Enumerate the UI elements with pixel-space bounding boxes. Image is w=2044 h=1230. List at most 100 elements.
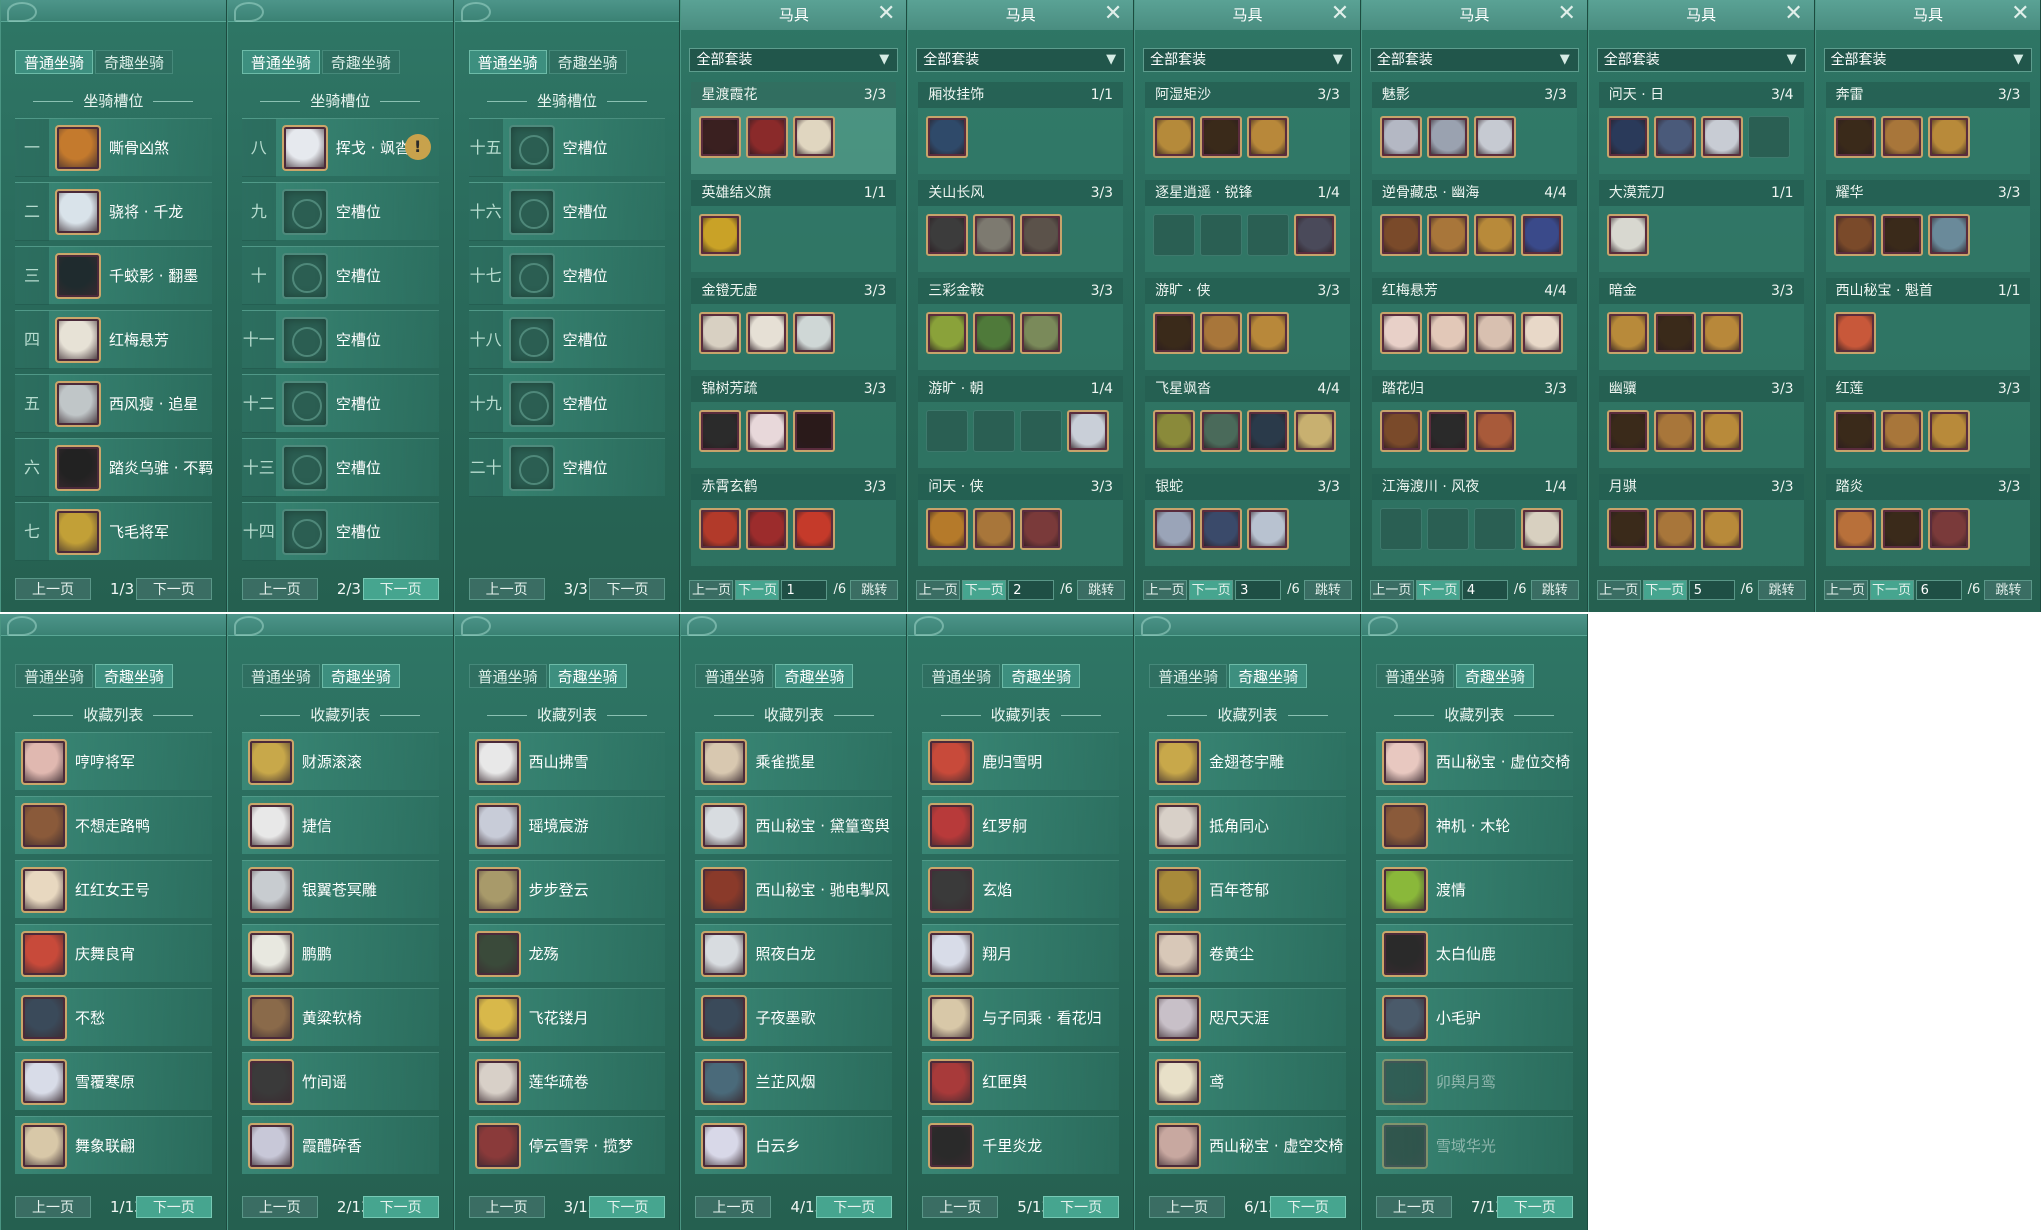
mount-slot-row[interactable]: 十三 空槽位 bbox=[241, 438, 439, 497]
gear-item-icon[interactable] bbox=[1067, 410, 1110, 452]
tab-special-mounts[interactable]: 奇趣坐骑 bbox=[95, 50, 174, 74]
collection-row[interactable]: 不想走路鸭 bbox=[15, 796, 212, 854]
gear-item-icon[interactable] bbox=[1700, 410, 1743, 452]
gear-set[interactable]: 英雄结义旗 1/1 bbox=[691, 180, 897, 272]
gear-item-icon[interactable] bbox=[1200, 116, 1243, 158]
prev-page-button[interactable]: 上一页 bbox=[922, 1196, 999, 1218]
prev-page-button[interactable]: 上一页 bbox=[1143, 580, 1188, 600]
page-number-input[interactable]: 2 bbox=[1008, 580, 1055, 600]
gear-item-icon[interactable] bbox=[1833, 508, 1876, 550]
gear-set[interactable]: 月骐 3/3 bbox=[1598, 474, 1804, 566]
warning-icon[interactable]: ! bbox=[404, 134, 431, 160]
close-icon[interactable]: ✕ bbox=[1101, 3, 1125, 27]
next-page-button[interactable]: 下一页 bbox=[589, 578, 666, 600]
prev-page-button[interactable]: 上一页 bbox=[1596, 580, 1641, 600]
gear-item-icon[interactable] bbox=[1653, 508, 1696, 550]
collection-row[interactable]: 神机 · 木轮 bbox=[1375, 796, 1573, 854]
gear-set[interactable]: 三彩金鞍 3/3 bbox=[918, 278, 1124, 370]
jump-button[interactable]: 跳转 bbox=[1303, 580, 1352, 600]
prev-page-button[interactable]: 上一页 bbox=[15, 578, 91, 600]
collection-row[interactable]: 哼哼将军 bbox=[15, 732, 212, 790]
prev-page-button[interactable]: 上一页 bbox=[916, 580, 961, 600]
gear-item-icon[interactable] bbox=[1153, 312, 1196, 354]
gear-set[interactable]: 大漠荒刀 1/1 bbox=[1598, 180, 1804, 272]
gear-item-icon[interactable] bbox=[1520, 508, 1563, 550]
gear-item-icon[interactable] bbox=[1020, 214, 1063, 256]
tab-special-mounts[interactable]: 奇趣坐骑 bbox=[321, 50, 400, 74]
gear-set[interactable]: 逆骨藏忠 · 幽海 4/4 bbox=[1371, 180, 1577, 272]
collection-row[interactable]: 卷黄尘 bbox=[1149, 924, 1346, 982]
collection-row[interactable]: 小毛驴 bbox=[1375, 988, 1573, 1046]
gear-item-icon[interactable] bbox=[793, 312, 836, 354]
mount-slot-row[interactable]: 十五 空槽位 bbox=[468, 118, 666, 177]
gear-set[interactable]: 游旷 · 朝 1/4 bbox=[918, 376, 1124, 468]
gear-item-icon[interactable] bbox=[699, 508, 742, 550]
next-page-button[interactable]: 下一页 bbox=[1043, 1196, 1120, 1218]
gear-item-icon[interactable] bbox=[1927, 410, 1970, 452]
empty-gear-slot[interactable] bbox=[1247, 214, 1290, 256]
tab-normal-mounts[interactable]: 普通坐骑 bbox=[1149, 664, 1228, 688]
mount-slot-row[interactable]: 七 飞毛将军 bbox=[15, 502, 212, 561]
close-icon[interactable]: ✕ bbox=[2008, 3, 2032, 27]
gear-set[interactable]: 踏花归 3/3 bbox=[1371, 376, 1577, 468]
mount-slot-row[interactable]: 十一 空槽位 bbox=[241, 310, 439, 369]
gear-set[interactable]: 红莲 3/3 bbox=[1825, 376, 2031, 468]
collection-row[interactable]: 莲华疏卷 bbox=[468, 1052, 666, 1110]
gear-item-icon[interactable] bbox=[973, 214, 1016, 256]
gear-item-icon[interactable] bbox=[1153, 410, 1196, 452]
tab-normal-mounts[interactable]: 普通坐骑 bbox=[922, 664, 1001, 688]
gear-set[interactable]: 奔雷 3/3 bbox=[1825, 82, 2031, 174]
gear-set[interactable]: 问天 · 侠 3/3 bbox=[918, 474, 1124, 566]
gear-set[interactable]: 赤霄玄鹤 3/3 bbox=[691, 474, 897, 566]
gear-item-icon[interactable] bbox=[1200, 410, 1243, 452]
next-page-button[interactable]: 下一页 bbox=[1415, 580, 1460, 600]
gear-set[interactable]: 厢妆挂饰 1/1 bbox=[918, 82, 1124, 174]
gear-item-icon[interactable] bbox=[1833, 410, 1876, 452]
gear-item-icon[interactable] bbox=[699, 312, 742, 354]
collection-row[interactable]: 白云乡 bbox=[695, 1116, 893, 1174]
mount-slot-row[interactable]: 十 空槽位 bbox=[241, 246, 439, 305]
gear-item-icon[interactable] bbox=[1880, 214, 1923, 256]
gear-item-icon[interactable] bbox=[1426, 116, 1469, 158]
jump-button[interactable]: 跳转 bbox=[1757, 580, 1806, 600]
tab-special-mounts[interactable]: 奇趣坐骑 bbox=[95, 664, 174, 688]
collection-row[interactable]: 财源滚滚 bbox=[241, 732, 439, 790]
prev-page-button[interactable]: 上一页 bbox=[15, 1196, 91, 1218]
collection-row[interactable]: 鹿归雪明 bbox=[922, 732, 1120, 790]
next-page-button[interactable]: 下一页 bbox=[1269, 1196, 1346, 1218]
gear-item-icon[interactable] bbox=[699, 410, 742, 452]
collection-row[interactable]: 雪覆寒原 bbox=[15, 1052, 212, 1110]
collection-row[interactable]: 红罗舸 bbox=[922, 796, 1120, 854]
gear-item-icon[interactable] bbox=[746, 312, 789, 354]
prev-page-button[interactable]: 上一页 bbox=[695, 1196, 772, 1218]
prev-page-button[interactable]: 上一页 bbox=[1823, 580, 1868, 600]
jump-button[interactable]: 跳转 bbox=[1530, 580, 1579, 600]
gear-set[interactable]: 银蛇 3/3 bbox=[1145, 474, 1350, 566]
gear-item-icon[interactable] bbox=[793, 508, 836, 550]
tab-special-mounts[interactable]: 奇趣坐骑 bbox=[775, 664, 854, 688]
empty-gear-slot[interactable] bbox=[1426, 508, 1469, 550]
gear-set[interactable]: 阿湿矩沙 3/3 bbox=[1145, 82, 1350, 174]
gear-item-icon[interactable] bbox=[746, 410, 789, 452]
next-page-button[interactable]: 下一页 bbox=[362, 578, 439, 600]
gear-item-icon[interactable] bbox=[973, 508, 1016, 550]
gear-set[interactable]: 耀华 3/3 bbox=[1825, 180, 2031, 272]
gear-item-icon[interactable] bbox=[1153, 508, 1196, 550]
set-filter-dropdown[interactable]: 全部套装 ▼ bbox=[1143, 48, 1352, 72]
tab-normal-mounts[interactable]: 普通坐骑 bbox=[468, 664, 547, 688]
tab-special-mounts[interactable]: 奇趣坐骑 bbox=[1229, 664, 1308, 688]
gear-item-icon[interactable] bbox=[1833, 214, 1876, 256]
empty-gear-slot[interactable] bbox=[1153, 214, 1196, 256]
gear-set[interactable]: 红梅悬芳 4/4 bbox=[1371, 278, 1577, 370]
page-number-input[interactable]: 1 bbox=[781, 580, 828, 600]
mount-slot-row[interactable]: 十八 空槽位 bbox=[468, 310, 666, 369]
gear-item-icon[interactable] bbox=[1606, 508, 1649, 550]
gear-set[interactable]: 游旷 · 侠 3/3 bbox=[1145, 278, 1350, 370]
empty-gear-slot[interactable] bbox=[1020, 410, 1063, 452]
gear-item-icon[interactable] bbox=[1379, 214, 1422, 256]
collection-row[interactable]: 不愁 bbox=[15, 988, 212, 1046]
gear-item-icon[interactable] bbox=[1606, 116, 1649, 158]
gear-set[interactable]: 关山长风 3/3 bbox=[918, 180, 1124, 272]
tab-normal-mounts[interactable]: 普通坐骑 bbox=[695, 664, 774, 688]
gear-item-icon[interactable] bbox=[1927, 214, 1970, 256]
